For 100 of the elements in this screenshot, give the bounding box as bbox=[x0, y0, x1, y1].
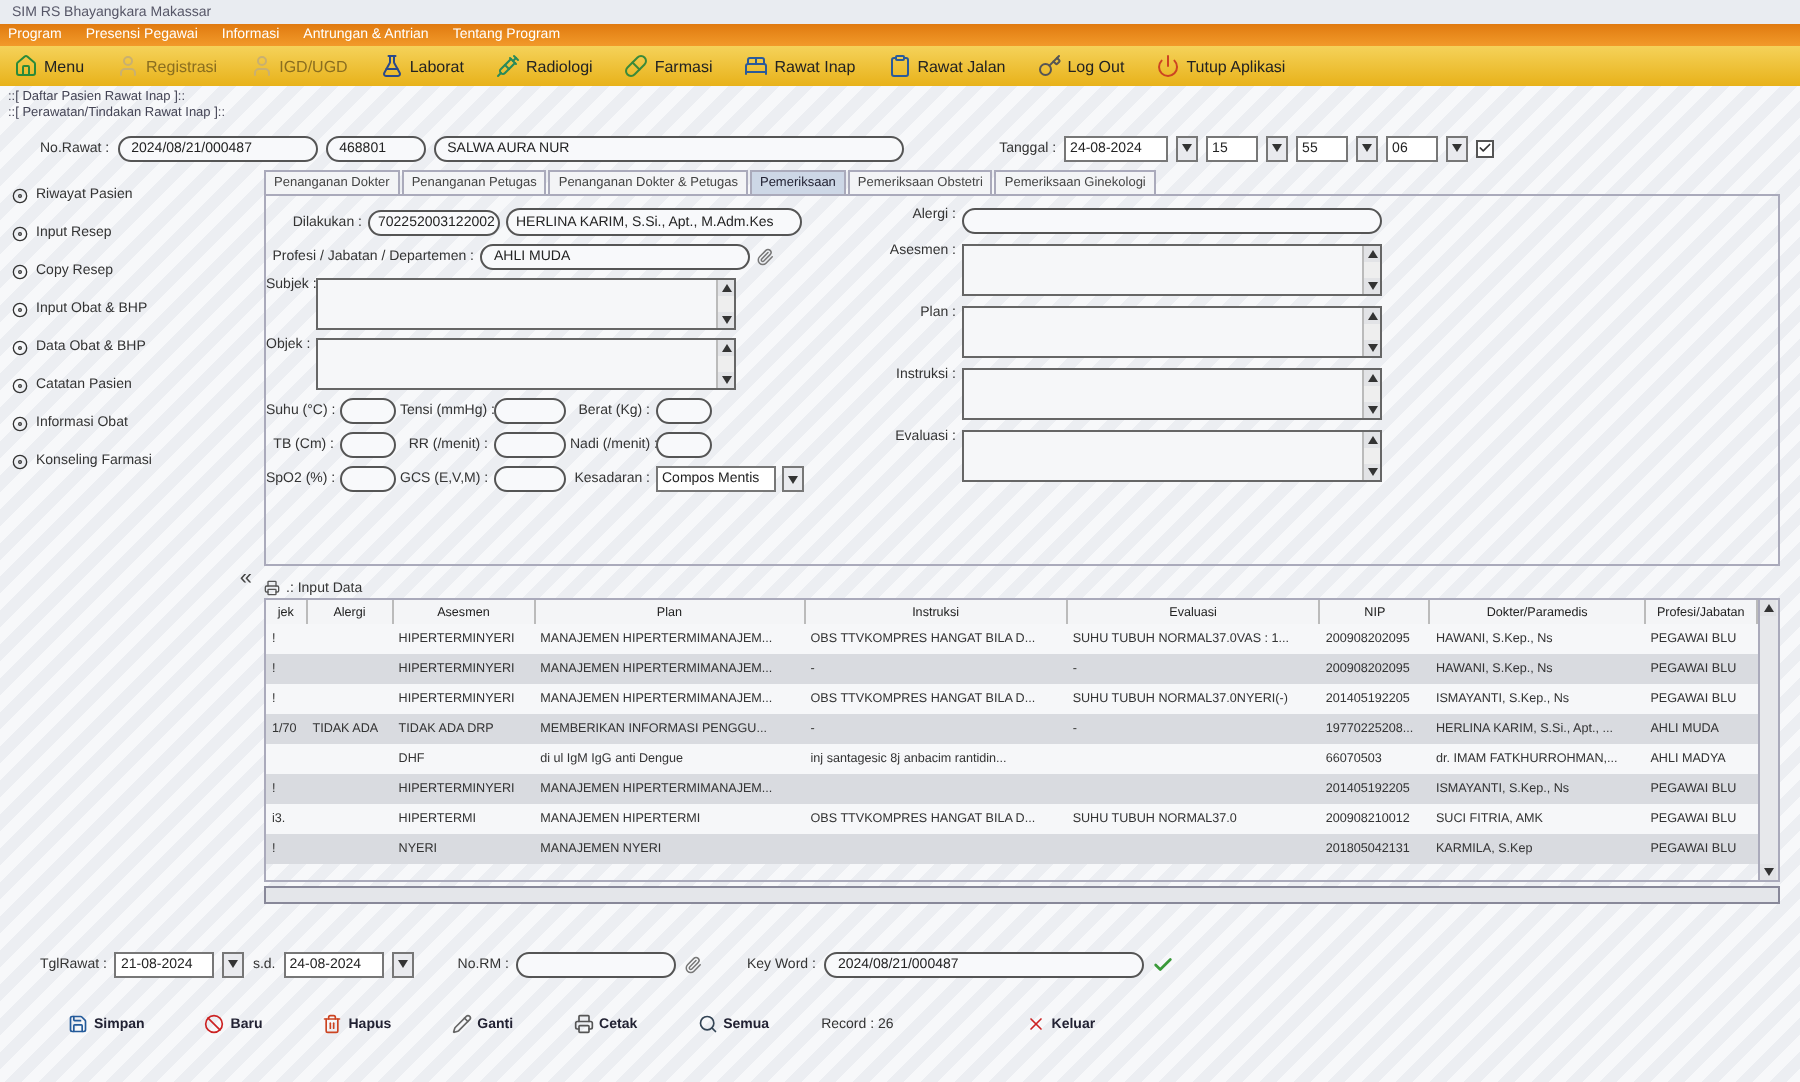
scroll-down-button[interactable] bbox=[1760, 864, 1776, 880]
clipboard-icon bbox=[887, 54, 912, 78]
scroll-up-button[interactable] bbox=[1364, 246, 1380, 262]
dropdown-button[interactable] bbox=[222, 951, 245, 977]
down-triangle-icon bbox=[1272, 144, 1283, 152]
text-area[interactable] bbox=[962, 430, 1382, 482]
close-icon bbox=[1025, 1014, 1046, 1034]
vital-field[interactable] bbox=[494, 466, 566, 492]
house-icon bbox=[14, 54, 38, 78]
toolbar-button[interactable]: Radiologi bbox=[489, 52, 599, 80]
up-triangle-icon bbox=[721, 344, 731, 352]
down-triangle-icon bbox=[1182, 144, 1193, 152]
disc-icon bbox=[12, 187, 28, 203]
up-triangle-icon bbox=[1367, 250, 1377, 258]
down-triangle-icon bbox=[1367, 406, 1377, 414]
dropdown-button[interactable] bbox=[1446, 135, 1469, 161]
dropdown-button[interactable] bbox=[1176, 135, 1199, 161]
text-area[interactable] bbox=[962, 244, 1382, 296]
vital-field[interactable] bbox=[340, 398, 396, 424]
scroll-up-button[interactable] bbox=[1364, 370, 1380, 386]
syringe-icon bbox=[495, 54, 520, 78]
dropdown-button[interactable] bbox=[1266, 135, 1289, 161]
vital-field[interactable] bbox=[656, 432, 712, 458]
disc-icon bbox=[12, 377, 28, 393]
vertical-scrollbar[interactable] bbox=[1758, 600, 1778, 880]
pill-icon bbox=[624, 54, 649, 78]
down-triangle-icon bbox=[1367, 282, 1377, 290]
scroll-down-button[interactable] bbox=[1364, 340, 1380, 356]
dropdown-button[interactable] bbox=[391, 951, 414, 977]
toolbar-button[interactable]: Laborat bbox=[373, 52, 470, 80]
dropdown-button[interactable] bbox=[782, 466, 804, 492]
down-triangle-icon bbox=[721, 376, 731, 384]
table-cell bbox=[266, 744, 307, 774]
subjek-text-area[interactable] bbox=[316, 278, 736, 330]
flask-icon bbox=[379, 54, 404, 78]
checkbox[interactable] bbox=[1476, 139, 1495, 157]
objek-text-area[interactable] bbox=[316, 338, 736, 390]
scroll-up-button[interactable] bbox=[1364, 432, 1380, 448]
bed-icon bbox=[744, 54, 769, 78]
disc-icon bbox=[12, 453, 28, 469]
down-triangle-icon bbox=[788, 475, 798, 483]
up-triangle-icon bbox=[721, 284, 731, 292]
person-icon bbox=[249, 54, 274, 78]
down-triangle-icon bbox=[1367, 468, 1377, 476]
printer-icon bbox=[264, 580, 280, 596]
vital-field[interactable] bbox=[340, 432, 396, 458]
disc-icon bbox=[12, 225, 28, 241]
printer-icon bbox=[573, 1014, 594, 1034]
text-area[interactable] bbox=[962, 368, 1382, 420]
horizontal-scrollbar[interactable] bbox=[264, 886, 1780, 904]
toolbar-button[interactable]: Log Out bbox=[1031, 52, 1131, 80]
text-area[interactable] bbox=[962, 306, 1382, 358]
vital-field[interactable] bbox=[656, 398, 712, 424]
vital-field[interactable] bbox=[494, 398, 566, 424]
collapse-button[interactable]: « bbox=[239, 566, 252, 590]
pencil-icon bbox=[451, 1014, 472, 1034]
down-triangle-icon bbox=[721, 316, 731, 324]
ban-icon bbox=[204, 1014, 225, 1034]
vital-field[interactable] bbox=[494, 432, 566, 458]
rm-search-field[interactable] bbox=[516, 951, 677, 977]
scroll-up-button[interactable] bbox=[1364, 308, 1380, 324]
scroll-up-button[interactable] bbox=[1760, 600, 1776, 616]
dropdown-button[interactable] bbox=[1356, 135, 1379, 161]
toolbar-button[interactable]: Rawat Jalan bbox=[881, 52, 1012, 80]
check-icon[interactable] bbox=[1151, 953, 1174, 975]
search-icon bbox=[697, 1014, 718, 1034]
power-icon bbox=[1156, 54, 1181, 78]
save-icon bbox=[68, 1014, 88, 1034]
toolbar-button[interactable]: Menu bbox=[8, 52, 91, 80]
toolbar-button[interactable]: Tutup Aplikasi bbox=[1150, 52, 1292, 80]
vital-field[interactable] bbox=[340, 466, 396, 492]
scroll-down-button[interactable] bbox=[1364, 464, 1380, 480]
down-triangle-icon bbox=[397, 960, 408, 968]
up-triangle-icon bbox=[1367, 374, 1377, 382]
trash-icon bbox=[322, 1014, 343, 1034]
disc-icon bbox=[12, 415, 28, 431]
scroll-up-button[interactable] bbox=[718, 340, 734, 356]
paperclip-icon[interactable] bbox=[684, 955, 703, 973]
disc-icon bbox=[12, 301, 28, 317]
disc-icon bbox=[12, 263, 28, 279]
down-triangle-icon bbox=[228, 960, 239, 968]
down-triangle-icon bbox=[1362, 144, 1373, 152]
paperclip-icon[interactable] bbox=[756, 248, 774, 266]
alergi-field[interactable] bbox=[962, 208, 1382, 234]
scroll-down-button[interactable] bbox=[718, 372, 734, 388]
scroll-down-button[interactable] bbox=[718, 312, 734, 328]
up-triangle-icon bbox=[1367, 312, 1377, 320]
up-triangle-icon bbox=[1367, 436, 1377, 444]
person-icon bbox=[116, 54, 141, 78]
key-icon bbox=[1037, 54, 1062, 78]
down-triangle-icon bbox=[1763, 868, 1773, 876]
scroll-down-button[interactable] bbox=[1364, 402, 1380, 418]
scroll-down-button[interactable] bbox=[1364, 278, 1380, 294]
down-triangle-icon bbox=[1367, 344, 1377, 352]
down-triangle-icon bbox=[1452, 144, 1463, 152]
toolbar-button[interactable]: Farmasi bbox=[618, 52, 719, 80]
toolbar-button[interactable]: Rawat Inap bbox=[738, 52, 862, 80]
scroll-up-button[interactable] bbox=[718, 280, 734, 296]
disc-icon bbox=[12, 339, 28, 355]
up-triangle-icon bbox=[1763, 604, 1773, 612]
